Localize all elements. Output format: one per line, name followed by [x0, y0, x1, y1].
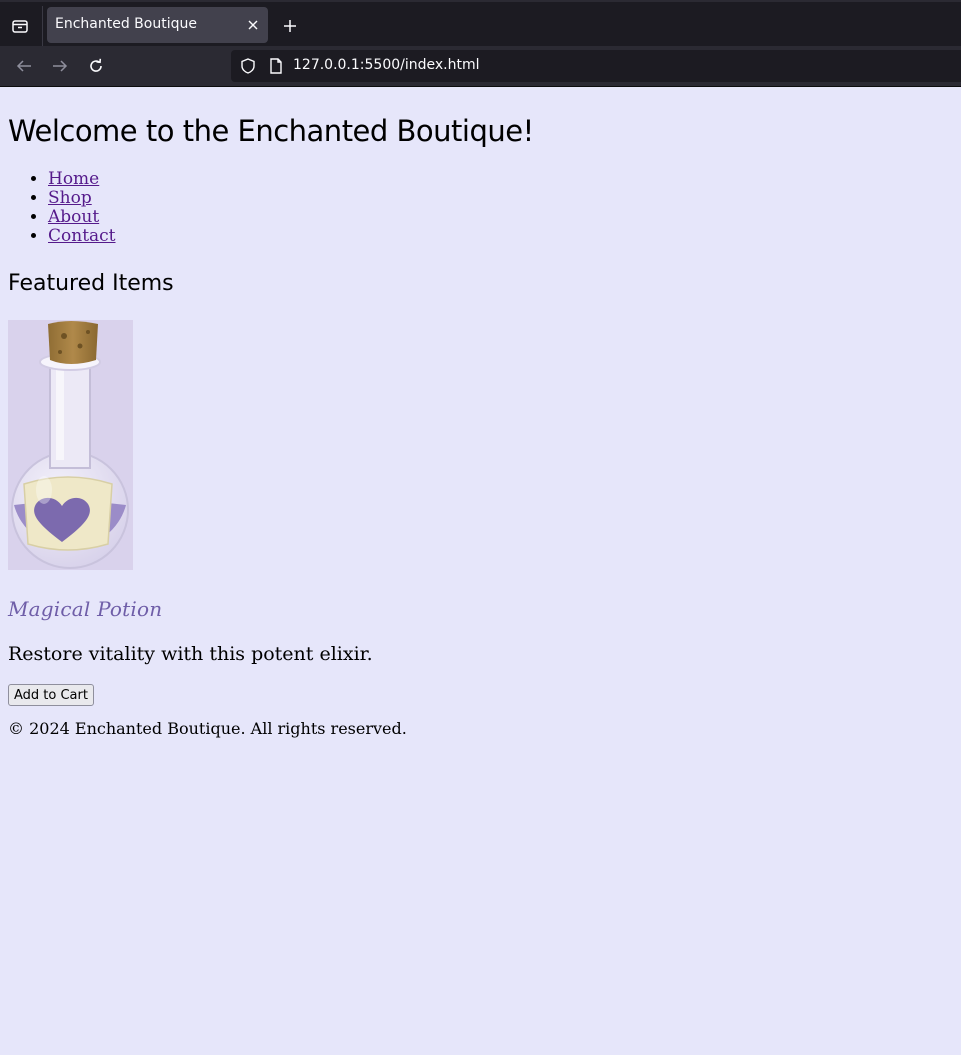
- nav-item-shop: Shop: [48, 189, 953, 208]
- featured-heading: Featured Items: [8, 271, 174, 296]
- potion-bottle-image: [8, 320, 133, 570]
- page-content: Welcome to the Enchanted Boutique! Home …: [0, 87, 961, 1055]
- url-text[interactable]: 127.0.0.1:5500/index.html: [293, 57, 480, 73]
- address-bar[interactable]: 127.0.0.1:5500/index.html: [231, 50, 961, 82]
- reload-icon[interactable]: [86, 56, 106, 76]
- product-name: Magical Potion: [8, 597, 163, 621]
- add-to-cart-button[interactable]: Add to Cart: [8, 684, 94, 706]
- back-arrow-icon[interactable]: [14, 56, 34, 76]
- tab-title: Enchanted Boutique: [55, 16, 197, 32]
- footer-copyright: © 2024 Enchanted Boutique. All rights re…: [8, 719, 407, 738]
- nav-item-contact: Contact: [48, 227, 953, 246]
- new-tab-plus-icon[interactable]: [280, 14, 300, 38]
- nav-link-home[interactable]: Home: [48, 169, 99, 189]
- tab-overview-icon[interactable]: [8, 14, 32, 38]
- nav-item-about: About: [48, 208, 953, 227]
- browser-tab-bar: Enchanted Boutique: [0, 0, 961, 46]
- page-title: Welcome to the Enchanted Boutique!: [8, 114, 534, 148]
- product-description: Restore vitality with this potent elixir…: [8, 643, 373, 665]
- nav-link-about[interactable]: About: [48, 207, 99, 227]
- nav-item-home: Home: [48, 170, 953, 189]
- site-nav: Home Shop About Contact: [8, 170, 953, 246]
- page-icon: [267, 57, 285, 75]
- shield-icon[interactable]: [239, 57, 257, 75]
- browser-tab[interactable]: Enchanted Boutique: [47, 7, 268, 43]
- browser-navigation-bar: 127.0.0.1:5500/index.html: [0, 46, 961, 87]
- close-icon[interactable]: [244, 16, 262, 34]
- forward-arrow-icon[interactable]: [50, 56, 70, 76]
- tab-separator: [42, 6, 43, 46]
- nav-link-contact[interactable]: Contact: [48, 226, 116, 246]
- nav-link-shop[interactable]: Shop: [48, 188, 92, 208]
